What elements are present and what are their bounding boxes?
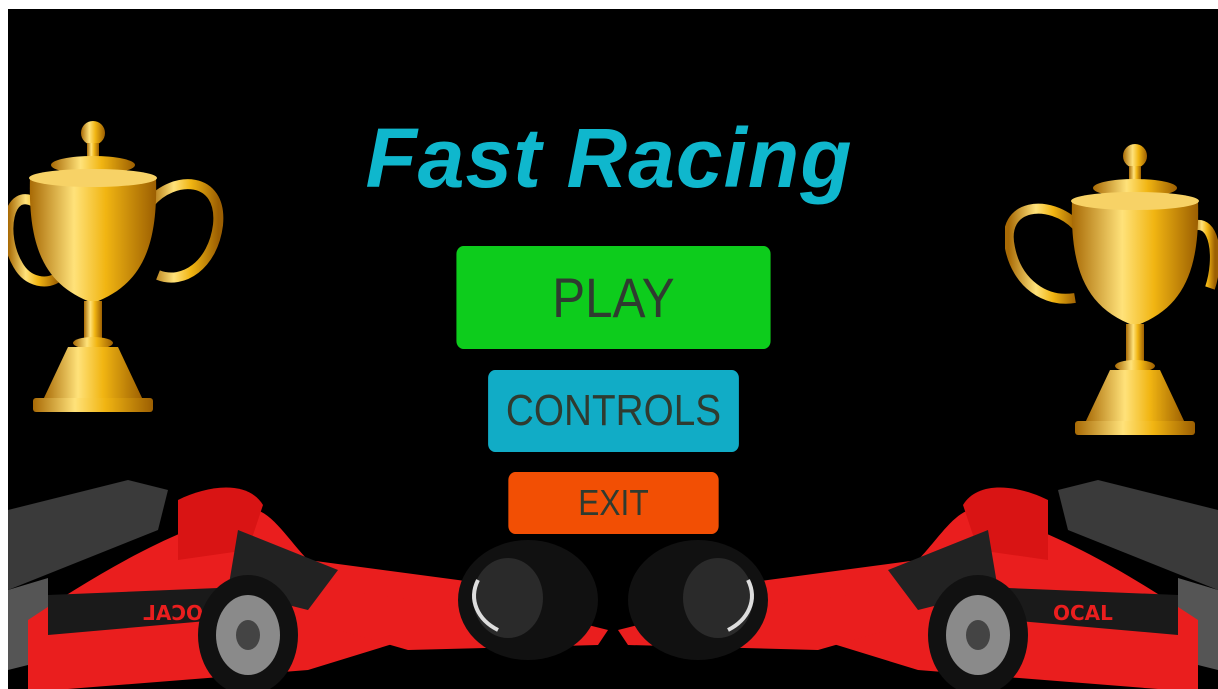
- controls-button[interactable]: CONTROLS: [488, 370, 739, 452]
- right-car-livery-text: OCAL: [1053, 601, 1113, 625]
- play-button[interactable]: PLAY: [456, 246, 771, 349]
- exit-button[interactable]: EXIT: [508, 472, 719, 534]
- game-title: Fast Racing: [365, 111, 853, 205]
- left-car-livery-text: OCAL: [143, 601, 203, 625]
